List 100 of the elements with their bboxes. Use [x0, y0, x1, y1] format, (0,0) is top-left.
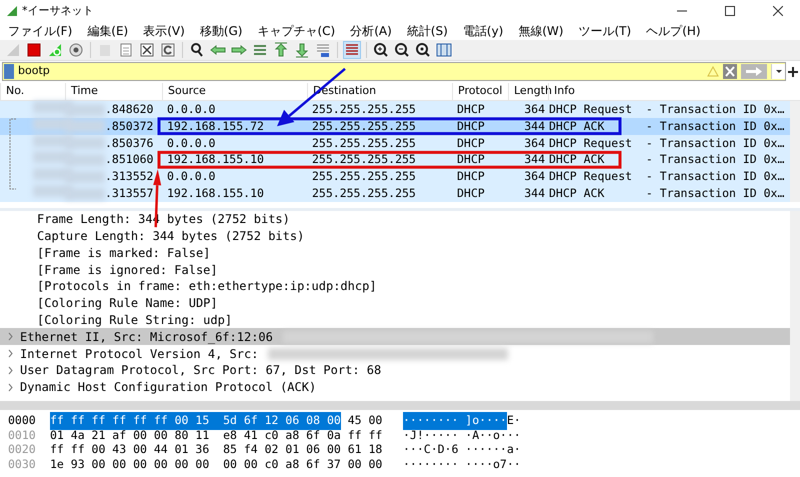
time-cell-text: .850372	[105, 118, 154, 135]
menu-item[interactable]: ヘルプ(H)	[646, 22, 701, 40]
down-arrow-icon	[294, 42, 310, 58]
filter-field[interactable]: bootp	[2, 62, 786, 81]
detail-section[interactable]: Dynamic Host Configuration Protocol (ACK)	[20, 378, 316, 396]
stop-button[interactable]	[25, 41, 43, 59]
menu-item[interactable]: 電話(y)	[462, 22, 504, 40]
autoscroll-icon	[315, 42, 331, 58]
menu-item[interactable]: ファイル(F)	[8, 22, 72, 40]
destination-cell-text: 255.255.255.255	[311, 118, 417, 135]
maximize-icon	[725, 6, 735, 16]
info-cell-text: DHCP Request - Transaction ID 0x…	[548, 101, 786, 118]
close-file-icon	[139, 42, 155, 58]
destination-cell-text: 255.255.255.255	[311, 101, 417, 118]
protocol-cell-text: DHCP	[456, 168, 486, 186]
packet-row[interactable]: .313557 192.168.155.10 255.255.255.255 DHCP 344 DHCP ACK - Transaction ID 0x…	[0, 184, 790, 202]
column-header[interactable]: Time	[65, 83, 162, 100]
detail-section[interactable]: Internet Protocol Version 4, Src:	[20, 344, 258, 363]
scrollbar[interactable]	[0, 400, 800, 410]
options-button[interactable]	[67, 41, 85, 59]
ascii-text: ···C·D·6 ······a·	[403, 441, 521, 458]
detail-field: [Coloring Rule Name: UDP]	[37, 294, 218, 312]
warning-icon	[707, 66, 719, 77]
menu-item[interactable]: 無線(W)	[518, 22, 564, 40]
expand-icon[interactable]	[6, 382, 14, 392]
source-cell-text: 0.0.0.0	[166, 168, 216, 186]
scrollbar[interactable]	[790, 210, 800, 401]
time-cell-text: .848620	[105, 101, 154, 118]
protocol-cell-text: DHCP	[456, 101, 486, 118]
source-cell-text: 0.0.0.0	[166, 101, 216, 118]
menu-item[interactable]: 統計(S)	[406, 22, 448, 40]
detail-section[interactable]: User Datagram Protocol, Src Port: 67, Dst Port: 68	[20, 361, 382, 380]
info-cell-text: DHCP ACK - Transaction ID 0x…	[548, 151, 786, 168]
expand-icon[interactable]	[6, 366, 14, 375]
time-cell: .313552	[105, 168, 154, 186]
stop-icon	[26, 42, 42, 58]
hex-bytes: 45 00	[346, 412, 382, 430]
length-cell-text: 364	[523, 168, 546, 186]
expand-icon[interactable]	[6, 332, 14, 342]
forward-arrow-icon	[231, 42, 247, 58]
menu-item[interactable]: 表示(V)	[143, 22, 185, 40]
length-cell-text: 344	[523, 118, 546, 135]
expand-icon[interactable]	[6, 349, 14, 358]
resize-columns-button[interactable]	[435, 41, 453, 59]
offset-label: 0000	[7, 412, 37, 430]
destination-cell-text: 255.255.255.255	[311, 151, 417, 168]
menu-item[interactable]: 移動(G)	[200, 22, 242, 40]
destination-cell-text: 255.255.255.255	[311, 184, 417, 202]
redacted-blur	[65, 154, 105, 166]
document-icon	[118, 42, 134, 58]
zoom-reset-button[interactable]	[414, 41, 432, 59]
detail-field: [Frame is ignored: False]	[37, 260, 218, 279]
hex-bytes: ff ff 00 43 00 44 01 36 85 f4 02 01 06 00 61 18	[50, 441, 382, 458]
menu-item[interactable]: 分析(A)	[350, 22, 392, 40]
zoom-in-icon	[373, 42, 389, 58]
redacted-blur	[65, 120, 105, 132]
destination-cell-text: 255.255.255.255	[311, 168, 417, 186]
protocol-cell-text: DHCP	[456, 151, 486, 168]
info-cell-text: DHCP ACK - Transaction ID 0x…	[548, 118, 786, 135]
menu-item[interactable]: キャプチャ(C)	[257, 22, 336, 40]
source-cell-text: 0.0.0.0	[166, 134, 216, 152]
protocol-cell-text: DHCP	[456, 134, 486, 152]
info-cell-text: DHCP Request - Transaction ID 0x…	[548, 168, 786, 186]
zoom-out-button[interactable]	[393, 41, 411, 59]
colorize-icon	[344, 42, 360, 58]
restart-capture-icon	[47, 42, 63, 58]
reload-button[interactable]	[159, 41, 177, 59]
up-arrow-button[interactable]	[272, 41, 290, 59]
back-arrow-icon	[210, 42, 226, 58]
selected-row-highlight[interactable]: Ethernet II, Src: Microsof_6f:12:06	[0, 328, 790, 346]
close-file-button[interactable]	[138, 41, 156, 59]
protocol-cell-text: DHCP	[456, 118, 486, 135]
ascii-text: ········ ····o7··	[403, 456, 521, 473]
column-header[interactable]: Source	[162, 83, 307, 100]
scrollbar[interactable]	[790, 101, 800, 202]
down-arrow-button[interactable]	[293, 41, 311, 59]
length-cell-text: 364	[523, 101, 546, 118]
clear-button[interactable]	[723, 64, 737, 79]
colorize-button[interactable]	[343, 41, 361, 59]
hex-bytes-selected: ff ff ff ff ff ff 00 15 5d 6f 12 06 08 00	[50, 412, 341, 430]
column-header[interactable]: Protocol	[452, 83, 508, 100]
packet-row[interactable]: .313552 0.0.0.0 255.255.255.255 DHCP 364 DHCP Request - Transaction ID 0x…	[0, 168, 790, 185]
packet-row[interactable]: .850376 0.0.0.0 255.255.255.255 DHCP 364 DHCP Request - Transaction ID 0x…	[0, 134, 790, 152]
clear-icon	[723, 64, 737, 79]
add-icon[interactable]	[788, 66, 798, 76]
destination-cell-text: 255.255.255.255	[311, 134, 417, 152]
packet-row[interactable]: .848620 0.0.0.0 255.255.255.255 DHCP 364 DHCP Request - Transaction ID 0x…	[0, 101, 790, 118]
menu-item[interactable]: ツール(T)	[578, 22, 632, 40]
window-title: *イーサネット	[22, 2, 94, 19]
info-cell-text: DHCP Request - Transaction ID 0x…	[548, 134, 786, 152]
redacted-blur	[65, 137, 105, 150]
zoom-in-button[interactable]	[372, 41, 390, 59]
menu-item[interactable]: 編集(E)	[87, 22, 128, 40]
close-icon	[773, 6, 783, 16]
dropdown-button[interactable]	[771, 64, 785, 79]
detail-field: [Protocols in frame: eth:ethertype:ip:udp:dhcp]	[37, 277, 377, 296]
time-cell-text: .851060	[105, 151, 154, 168]
time-cell: .850376	[105, 134, 154, 152]
column-header[interactable]: No.	[0, 83, 65, 100]
detail-section[interactable]: Ethernet II, Src: Microsof_6f:12:06	[20, 328, 273, 346]
